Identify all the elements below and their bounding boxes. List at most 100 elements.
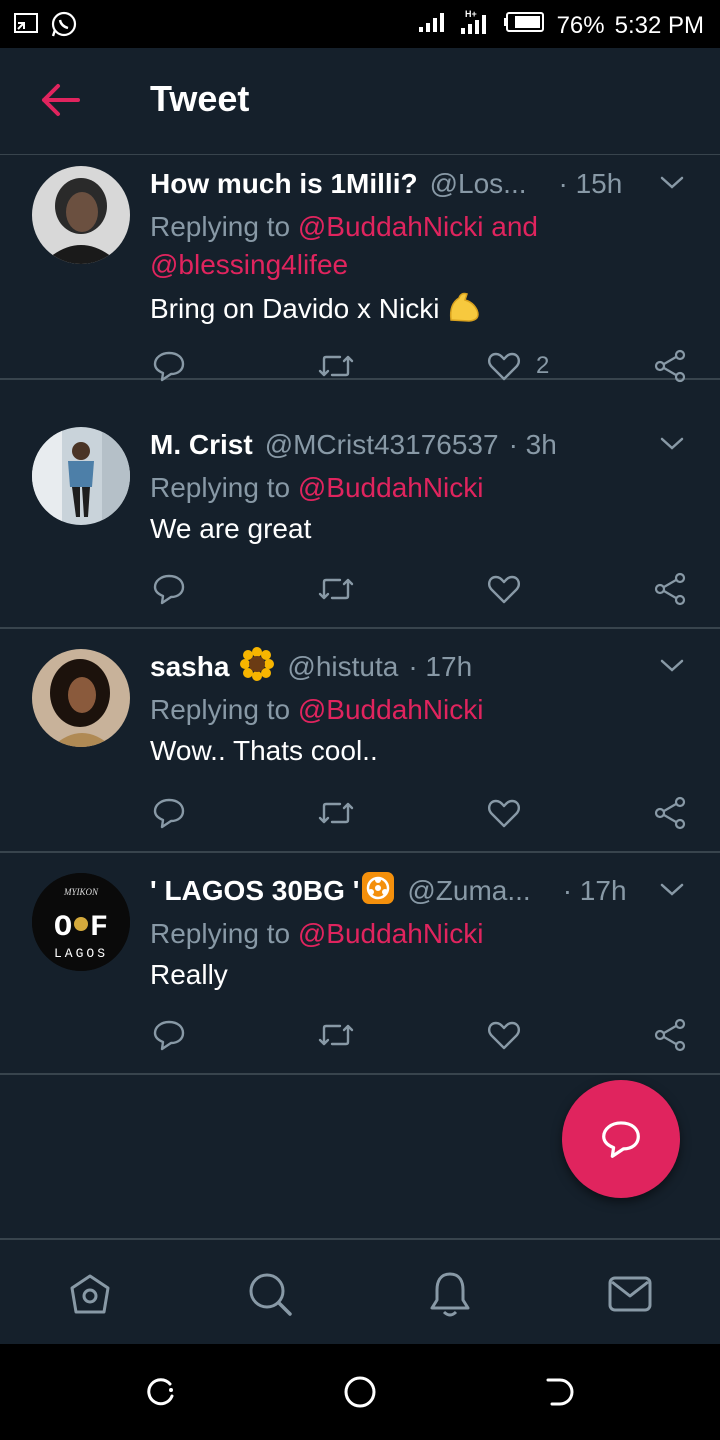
back-button[interactable] xyxy=(38,80,86,120)
avatar-text-bottom: LAGOS xyxy=(54,946,108,961)
retweet-button[interactable] xyxy=(316,346,356,386)
tweet-item[interactable]: sasha @histuta · 17h Replying to @Buddah… xyxy=(0,629,720,853)
tweet-actions xyxy=(150,569,690,609)
tweet-actions xyxy=(150,1015,690,1055)
mention-link[interactable]: @BuddahNicki xyxy=(298,918,484,949)
reply-icon xyxy=(153,798,185,829)
heart-icon xyxy=(488,575,520,604)
chevron-down-icon xyxy=(660,437,684,450)
notifications-icon xyxy=(430,1272,470,1317)
share-button[interactable] xyxy=(652,569,688,609)
clock: 5:32 PM xyxy=(614,11,704,39)
tweet-menu-button[interactable] xyxy=(658,879,686,903)
avatar[interactable] xyxy=(32,166,130,264)
retweet-icon xyxy=(318,802,354,824)
back-icon xyxy=(546,1378,574,1406)
share-button[interactable] xyxy=(652,1015,688,1055)
biohazard-emoji xyxy=(361,871,395,912)
timestamp: · 17h xyxy=(562,875,627,906)
reply-icon xyxy=(153,1020,185,1051)
avatar[interactable]: MYIKON O F LAGOS xyxy=(32,873,130,971)
recent-apps-button[interactable] xyxy=(142,1374,178,1410)
avatar[interactable] xyxy=(32,649,130,747)
flexed-biceps-emoji xyxy=(447,290,483,331)
heart-icon xyxy=(488,352,520,381)
tweet-text: Bring on Davido x Nicki xyxy=(150,290,483,331)
compose-reply-button[interactable] xyxy=(562,1080,680,1198)
like-button[interactable]: 2 xyxy=(486,346,549,386)
nav-notifications[interactable] xyxy=(426,1270,474,1318)
avatar-text-top: MYIKON xyxy=(63,887,99,897)
like-button[interactable] xyxy=(486,1015,522,1055)
retweet-button[interactable] xyxy=(316,569,356,609)
author-name[interactable]: M. Crist xyxy=(150,429,253,461)
retweet-icon xyxy=(318,1024,354,1046)
heart-icon xyxy=(488,1021,520,1050)
tweet-item[interactable]: M. Crist @MCrist43176537 · 3h Replying t… xyxy=(0,407,720,629)
author-name[interactable]: ' LAGOS 30BG ' xyxy=(150,875,359,907)
back-arrow-icon xyxy=(42,84,80,116)
timestamp: · 17h xyxy=(408,651,473,682)
home-system-button[interactable] xyxy=(342,1374,378,1410)
mention-link[interactable]: @BuddahNicki xyxy=(298,472,484,503)
share-button[interactable] xyxy=(652,793,688,833)
cast-icon xyxy=(14,12,40,41)
author-handle: @histuta xyxy=(287,651,399,682)
battery-icon xyxy=(503,11,547,40)
like-count: 2 xyxy=(536,352,550,379)
share-button[interactable] xyxy=(652,346,688,386)
share-icon xyxy=(654,572,686,606)
back-system-button[interactable] xyxy=(542,1374,578,1410)
signal-icon xyxy=(417,11,449,40)
tweet-actions xyxy=(150,793,690,833)
reply-icon xyxy=(153,574,185,605)
timestamp: · 15h xyxy=(558,168,623,199)
home-circle-icon xyxy=(344,1376,376,1408)
avatar[interactable] xyxy=(32,427,130,525)
reply-button[interactable] xyxy=(152,569,186,609)
nav-messages[interactable] xyxy=(606,1270,654,1318)
tweet-text: Really xyxy=(150,959,228,990)
compose-reply-icon xyxy=(602,1121,640,1158)
mention-link[interactable]: @blessing4lifee xyxy=(150,249,348,280)
retweet-icon xyxy=(318,578,354,600)
replying-to: Replying to @BuddahNicki xyxy=(150,472,484,503)
retweet-button[interactable] xyxy=(316,1015,356,1055)
chevron-down-icon xyxy=(660,883,684,896)
retweet-button[interactable] xyxy=(316,793,356,833)
like-button[interactable] xyxy=(486,569,522,609)
author-handle: @Zuma... xyxy=(407,875,531,906)
share-icon xyxy=(654,349,686,383)
tweet-item[interactable]: MYIKON O F LAGOS ' LAGOS 30BG ' @Zuma...… xyxy=(0,853,720,1075)
timestamp: · 3h xyxy=(508,429,557,460)
author-name[interactable]: How much is 1Milli? xyxy=(150,168,418,200)
svg-text:H+: H+ xyxy=(465,9,477,19)
tweet-actions: 2 xyxy=(150,346,690,386)
mention-link[interactable]: @BuddahNicki xyxy=(298,694,484,725)
chevron-down-icon xyxy=(660,659,684,672)
reply-button[interactable] xyxy=(152,793,186,833)
system-navigation-bar xyxy=(0,1344,720,1440)
mention-link[interactable]: @BuddahNicki xyxy=(298,211,484,242)
share-icon xyxy=(654,1018,686,1052)
tweet-menu-button[interactable] xyxy=(658,655,686,679)
status-bar: H+ 76% 5:32 PM xyxy=(0,0,720,48)
reply-button[interactable] xyxy=(152,346,186,386)
tweet-menu-button[interactable] xyxy=(658,172,686,196)
header: Tweet xyxy=(0,48,720,155)
nav-search[interactable] xyxy=(246,1270,294,1318)
author-name[interactable]: sasha xyxy=(150,651,229,683)
bottom-navigation xyxy=(0,1238,720,1346)
reply-button[interactable] xyxy=(152,1015,186,1055)
nav-home[interactable] xyxy=(66,1270,114,1318)
replying-to: Replying to @BuddahNicki xyxy=(150,694,484,725)
whatsapp-icon xyxy=(50,10,78,43)
author-handle: @Los... xyxy=(429,168,527,199)
like-button[interactable] xyxy=(486,793,522,833)
share-icon xyxy=(654,796,686,830)
tweet-menu-button[interactable] xyxy=(658,433,686,457)
tweet-item[interactable]: How much is 1Milli? @Los... · 15h Replyi… xyxy=(0,156,720,383)
heart-icon xyxy=(488,799,520,828)
retweet-icon xyxy=(318,355,354,377)
tweet-text: Wow.. Thats cool.. xyxy=(150,735,378,766)
